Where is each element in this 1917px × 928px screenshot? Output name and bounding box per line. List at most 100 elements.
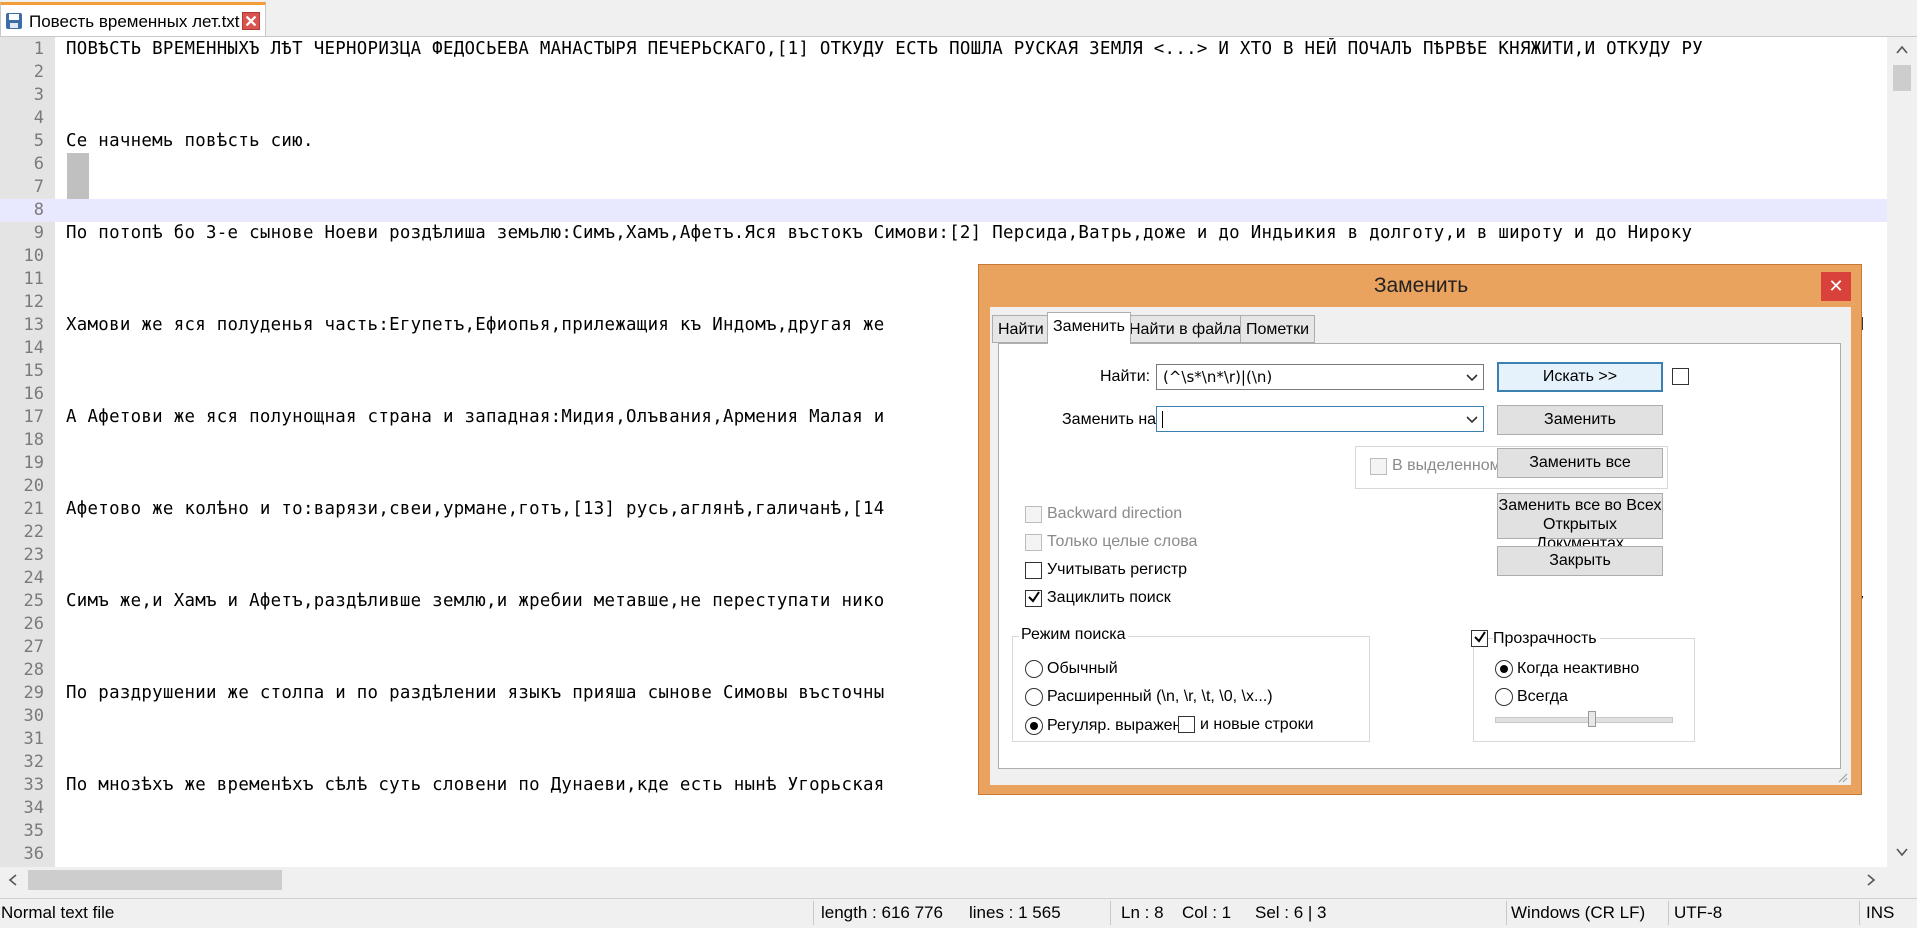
tab-marks[interactable]: Пометки bbox=[1240, 315, 1316, 343]
editor-line[interactable]: 5 Се начнемь повѣсть сию. bbox=[0, 130, 1887, 153]
replace-button[interactable]: Заменить bbox=[1497, 405, 1663, 435]
dialog-close-icon[interactable]: ✕ bbox=[1821, 272, 1851, 301]
transparency-slider-track[interactable] bbox=[1495, 717, 1673, 723]
editor-line[interactable]: 34 bbox=[0, 797, 1887, 820]
line-number: 28 bbox=[23, 660, 44, 680]
regex-newlines-checkbox[interactable] bbox=[1178, 716, 1195, 733]
chevron-down-icon[interactable] bbox=[1465, 412, 1479, 426]
line-number: 11 bbox=[23, 269, 44, 289]
editor-line[interactable]: 7 bbox=[0, 176, 1887, 199]
line-number: 15 bbox=[23, 361, 44, 381]
dialog-body: Найти Заменить Найти в файлах Пометки На… bbox=[990, 307, 1851, 785]
horizontal-scrollbar[interactable] bbox=[0, 867, 1887, 893]
transparency-toggle-checkbox[interactable] bbox=[1672, 368, 1689, 385]
line-number: 18 bbox=[23, 430, 44, 450]
when-inactive-label: Когда неактивно bbox=[1517, 660, 1640, 677]
mode-regex-radio[interactable] bbox=[1025, 717, 1043, 735]
status-encoding: UTF-8 bbox=[1674, 903, 1723, 922]
line-number: 22 bbox=[23, 522, 44, 542]
editor-line[interactable]: 8 bbox=[0, 199, 1887, 222]
scroll-left-icon[interactable] bbox=[6, 873, 20, 887]
replace-input[interactable] bbox=[1156, 406, 1484, 432]
find-label: Найти: bbox=[1100, 368, 1151, 385]
line-number: 10 bbox=[23, 246, 44, 266]
find-input[interactable]: (^\s*\n*\r)|(\n) bbox=[1156, 364, 1484, 390]
line-number: 17 bbox=[23, 407, 44, 427]
status-lines: lines : 1 565 bbox=[969, 903, 1061, 922]
save-file-icon bbox=[6, 13, 22, 29]
mode-normal-label: Обычный bbox=[1047, 660, 1118, 677]
line-number: 8 bbox=[33, 200, 44, 220]
status-separator bbox=[1859, 901, 1860, 925]
editor-line[interactable]: 2 bbox=[0, 61, 1887, 84]
status-selection: Sel : 6 | 3 bbox=[1255, 903, 1327, 922]
line-number: 14 bbox=[23, 338, 44, 358]
tab-replace[interactable]: Заменить bbox=[1047, 312, 1131, 344]
chevron-down-icon[interactable] bbox=[1465, 370, 1479, 384]
close-button[interactable]: Закрыть bbox=[1497, 546, 1663, 576]
selection-block bbox=[67, 153, 89, 199]
line-number: 3 bbox=[33, 85, 44, 105]
editor-line[interactable]: 4 bbox=[0, 107, 1887, 130]
line-number: 36 bbox=[23, 844, 44, 864]
line-number: 25 bbox=[23, 591, 44, 611]
editor-line[interactable]: 1 ПОВѢСТЬ ВРЕМЕННЫХЪ ЛѢТ ЧЕРНОРИЗЦА ФЕДОС… bbox=[0, 38, 1887, 61]
transparency-checkbox[interactable] bbox=[1471, 630, 1488, 647]
find-next-button[interactable]: Искать >> bbox=[1497, 362, 1663, 392]
tab-find[interactable]: Найти bbox=[992, 315, 1050, 343]
line-number: 29 bbox=[23, 683, 44, 703]
search-mode-title: Режим поиска bbox=[1019, 626, 1128, 644]
line-number: 7 bbox=[33, 177, 44, 197]
editor-line[interactable]: 6 bbox=[0, 153, 1887, 176]
when-inactive-radio[interactable] bbox=[1495, 660, 1513, 678]
whole-words-label: Только целые слова bbox=[1047, 533, 1198, 550]
mode-extended-radio[interactable] bbox=[1025, 688, 1043, 706]
line-number: 26 bbox=[23, 614, 44, 634]
in-selection-checkbox[interactable] bbox=[1370, 458, 1387, 475]
transparency-slider-thumb[interactable] bbox=[1587, 711, 1596, 727]
match-case-checkbox[interactable] bbox=[1025, 562, 1042, 579]
scroll-up-icon[interactable] bbox=[1895, 43, 1909, 57]
line-number: 20 bbox=[23, 476, 44, 496]
wrap-around-checkbox[interactable] bbox=[1025, 590, 1042, 607]
status-line-number: Ln : 8 bbox=[1121, 903, 1164, 922]
mode-normal-radio[interactable] bbox=[1025, 660, 1043, 678]
whole-words-checkbox[interactable] bbox=[1025, 534, 1042, 551]
vertical-scroll-thumb[interactable] bbox=[1893, 65, 1911, 91]
line-number: 4 bbox=[33, 108, 44, 128]
in-selection-label: В выделенном bbox=[1392, 457, 1501, 474]
line-number: 34 bbox=[23, 798, 44, 818]
editor-line[interactable]: 35 bbox=[0, 820, 1887, 843]
backward-direction-checkbox[interactable] bbox=[1025, 506, 1042, 523]
scroll-down-icon[interactable] bbox=[1895, 845, 1909, 859]
replace-all-open-docs-button[interactable]: Заменить все во Всех Открытых Документах bbox=[1497, 493, 1663, 552]
tab-find-in-files[interactable]: Найти в файлах bbox=[1123, 315, 1256, 343]
transparency-label: Прозрачность bbox=[1493, 630, 1600, 648]
editor-line[interactable]: 36 bbox=[0, 843, 1887, 866]
horizontal-scroll-thumb[interactable] bbox=[28, 870, 282, 890]
wrap-around-label: Зациклить поиск bbox=[1047, 589, 1171, 606]
editor-line[interactable]: 9 По потопѣ бо 3-е сынове Ноеви роздѣлиша… bbox=[0, 222, 1887, 245]
always-radio[interactable] bbox=[1495, 688, 1513, 706]
checkmark-icon bbox=[1028, 591, 1040, 603]
status-separator bbox=[1110, 901, 1111, 925]
line-number: 27 bbox=[23, 637, 44, 657]
status-column: Col : 1 bbox=[1182, 903, 1232, 922]
regex-newlines-label: и новые строки bbox=[1200, 716, 1314, 733]
status-bar: Normal text file length : 616 776 lines … bbox=[0, 898, 1917, 928]
line-text: Се начнемь повѣсть сию. bbox=[66, 131, 314, 151]
editor-line[interactable]: 3 bbox=[0, 84, 1887, 107]
mode-extended-label: Расширенный (\n, \r, \t, \0, \x...) bbox=[1047, 688, 1273, 705]
match-case-label: Учитывать регистр bbox=[1047, 561, 1188, 578]
resize-grip-icon[interactable] bbox=[1838, 773, 1848, 783]
tab-close-icon[interactable] bbox=[242, 12, 260, 30]
replace-all-button[interactable]: Заменить все bbox=[1497, 448, 1663, 478]
tab-document[interactable]: Повесть временных лет.txt bbox=[0, 2, 266, 36]
line-number: 12 bbox=[23, 292, 44, 312]
backward-direction-label: Backward direction bbox=[1047, 505, 1183, 522]
scroll-right-icon[interactable] bbox=[1864, 873, 1878, 887]
replace-all-docs-line1: Заменить все во Всех bbox=[1498, 497, 1662, 514]
line-number: 35 bbox=[23, 821, 44, 841]
status-file-type: Normal text file bbox=[1, 903, 115, 922]
vertical-scrollbar[interactable] bbox=[1887, 37, 1917, 867]
